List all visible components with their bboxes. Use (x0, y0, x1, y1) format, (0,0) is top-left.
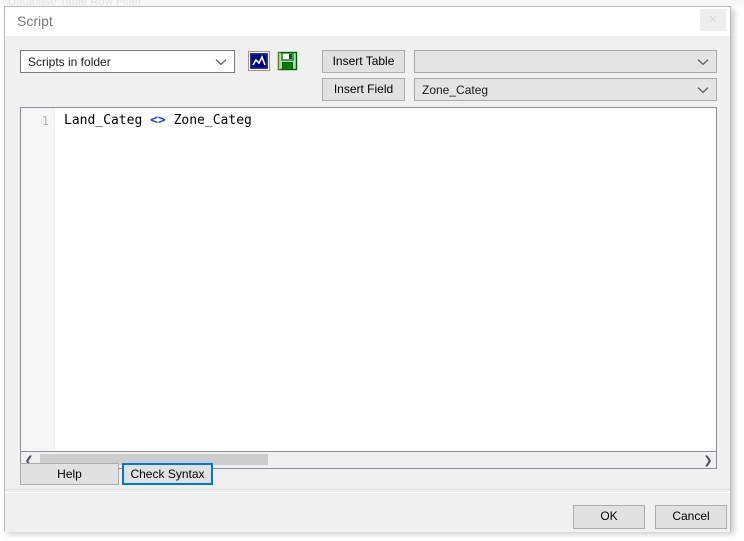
field-combo[interactable]: Zone_Categ (414, 78, 717, 101)
script-source-combo-value: Scripts in folder (28, 55, 111, 69)
script-source-combo[interactable]: Scripts in folder (20, 50, 235, 73)
editor-code-operator: <> (150, 113, 166, 128)
load-script-icon[interactable] (248, 50, 270, 72)
editor-line-number-gutter: 1 (21, 108, 55, 451)
help-button[interactable]: Help (20, 463, 119, 485)
scroll-right-arrow-icon[interactable]: ❯ (700, 452, 716, 468)
editor-line-number: 1 (41, 114, 49, 128)
chevron-down-icon (696, 51, 710, 72)
save-floppy-icon[interactable] (277, 50, 299, 72)
dialog-title: Script (17, 13, 53, 29)
field-combo-value: Zone_Categ (422, 83, 489, 97)
chevron-down-icon (214, 51, 228, 72)
editor-text-area[interactable]: Land_Categ <> Zone_Categ (55, 108, 716, 451)
close-icon[interactable]: ✕ (700, 9, 726, 31)
ok-button[interactable]: OK (573, 505, 645, 529)
insert-field-button[interactable]: Insert Field (322, 78, 405, 101)
dialog-titlebar: Script ✕ (5, 7, 730, 36)
insert-table-button[interactable]: Insert Table (322, 50, 405, 73)
table-combo[interactable] (414, 50, 717, 73)
editor-code-operand-right: Zone_Categ (165, 113, 252, 128)
editor-code-operand-left: Land_Categ (64, 113, 151, 128)
chevron-down-icon (696, 79, 710, 100)
check-syntax-button[interactable]: Check Syntax (122, 463, 213, 485)
editor-code-line: Land_Categ <> Zone_Categ (64, 113, 252, 128)
script-code-editor[interactable]: 1 Land_Categ <> Zone_Categ (20, 107, 717, 452)
dialog-client-area: Scripts in folder Insert Table Insert Fi… (5, 36, 730, 532)
footer-divider-highlight (5, 492, 730, 493)
footer-divider (5, 489, 730, 490)
cancel-button[interactable]: Cancel (655, 505, 727, 529)
script-dialog: Script ✕ Scripts in folder Insert Table … (4, 6, 731, 532)
